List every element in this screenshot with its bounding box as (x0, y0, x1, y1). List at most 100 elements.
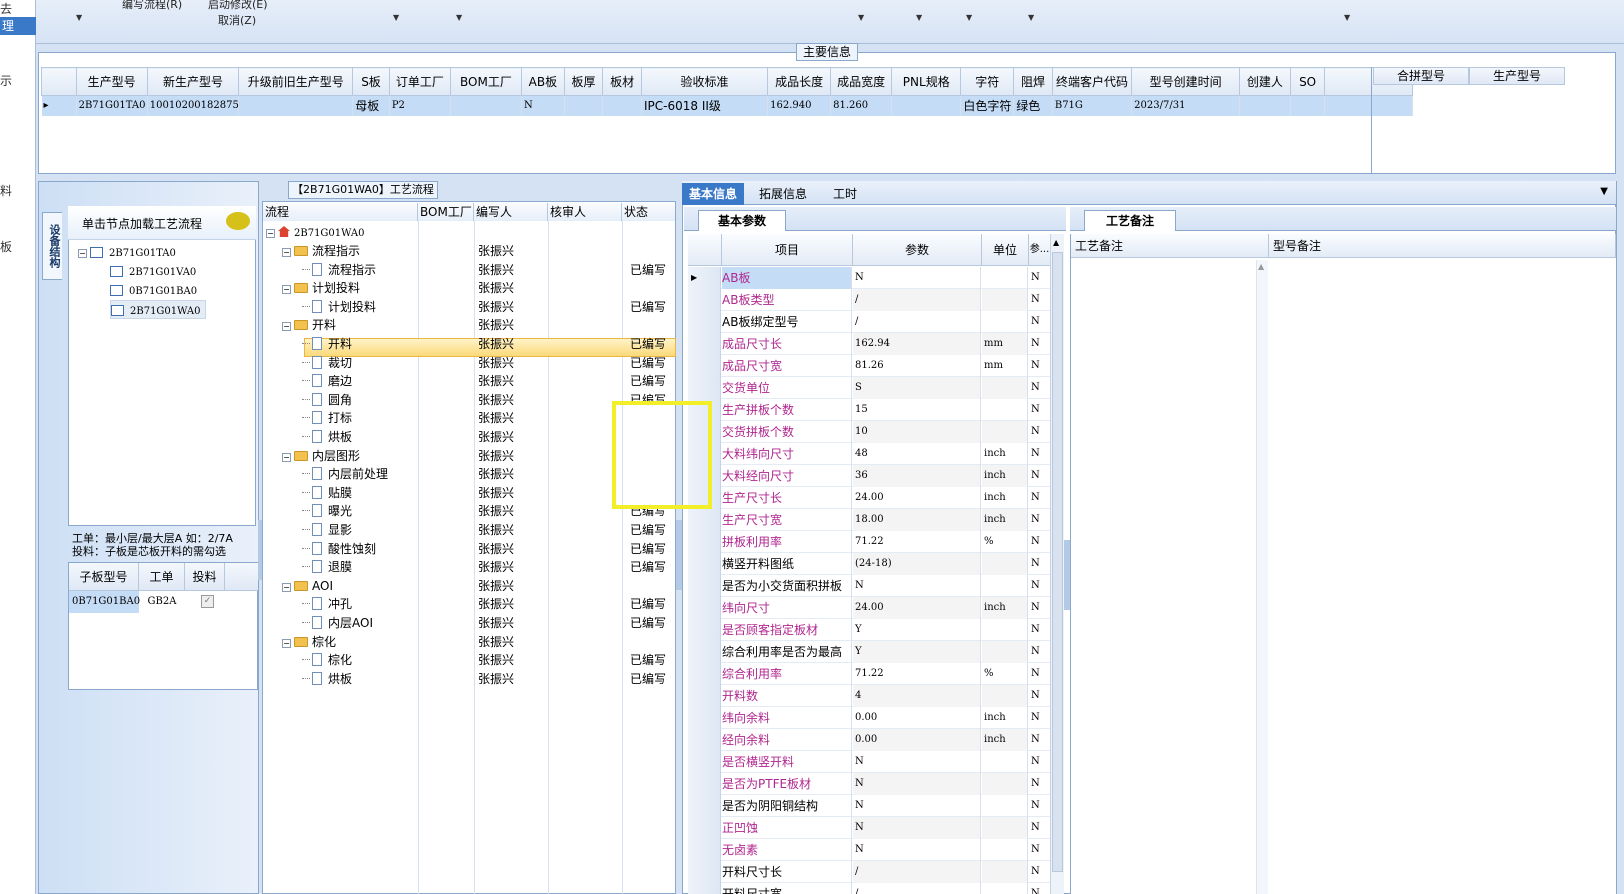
chevron-down-icon[interactable]: ▼ (916, 13, 922, 22)
edit-flow-button[interactable]: 编写流程(R) (122, 0, 182, 12)
flow-folder-node[interactable]: − 开料 (282, 316, 336, 335)
main-cell[interactable]: P2 (389, 95, 451, 116)
main-cell[interactable]: 2B71G01TA0 (76, 95, 148, 116)
main-col-header[interactable]: BOM工厂 (449, 67, 523, 96)
param-value[interactable]: N (853, 575, 981, 597)
chevron-down-icon[interactable]: ▼ (1344, 13, 1350, 22)
param-row[interactable]: 成品尺寸长 162.94 mm N (688, 333, 1050, 355)
flow-step-node[interactable]: 磨边 (302, 372, 352, 391)
param-value[interactable]: / (853, 861, 981, 883)
collapse-icon[interactable]: − (282, 248, 291, 257)
tab-work-hours[interactable]: 工时 (826, 183, 864, 205)
device-tree-node[interactable]: − 2B71G01TA0 (78, 243, 176, 262)
param-value[interactable]: / (853, 883, 981, 894)
main-cell[interactable]: B71G (1052, 95, 1133, 116)
param-row[interactable]: 纬向余料 0.00 inch N (688, 707, 1050, 729)
chevron-down-icon[interactable]: ▼ (1028, 13, 1034, 22)
param-value[interactable]: 162.94 (853, 333, 981, 355)
main-col-header[interactable]: 板厚 (563, 67, 604, 96)
collapse-icon[interactable]: − (282, 638, 291, 648)
main-cell[interactable] (1290, 95, 1326, 116)
flow-step-node[interactable]: 烘板 (302, 428, 352, 447)
param-row[interactable]: 经向余料 0.00 inch N (688, 729, 1050, 751)
main-col-header[interactable]: PNL规格 (891, 67, 962, 96)
flow-step-node[interactable]: 圆角 (302, 391, 352, 410)
param-row[interactable]: 横竖开料图纸 (24-18) N (688, 553, 1050, 575)
param-row[interactable]: 是否横竖开料 N N (688, 751, 1050, 773)
flow-step-node[interactable]: 打标 (302, 409, 352, 428)
main-col-header[interactable]: 成品宽度 (830, 67, 893, 96)
chevron-down-icon[interactable]: ▼ (858, 13, 864, 22)
nav-item[interactable]: 料 (0, 182, 12, 199)
param-value[interactable]: N (853, 773, 981, 795)
window-edge-scrollbar[interactable] (1616, 181, 1624, 894)
craft-scrollbar[interactable] (1256, 260, 1268, 894)
chevron-down-icon[interactable]: ▼ (456, 13, 462, 22)
device-tree-node[interactable]: 0B71G01BA0 (110, 281, 197, 300)
param-value[interactable]: 0.00 (853, 707, 981, 729)
param-row[interactable]: 综合利用率是否为最高 Y N (688, 641, 1050, 663)
tab-basic-info[interactable]: 基本信息 (682, 183, 745, 205)
main-cell[interactable]: 162.940 (767, 95, 832, 116)
param-row[interactable]: 交货拼板个数 10 N (688, 421, 1050, 443)
main-cell[interactable] (602, 95, 642, 116)
param-row[interactable]: 开料尺寸宽 / N (688, 883, 1050, 894)
param-value[interactable]: 24.00 (853, 597, 981, 619)
param-value[interactable]: 0.00 (853, 729, 981, 751)
param-row[interactable]: AB板类型 / N (688, 289, 1050, 311)
flow-step-node[interactable]: 烘板 (302, 670, 352, 689)
flow-folder-node[interactable]: − 流程指示 (282, 242, 360, 261)
param-row[interactable]: 是否顾客指定板材 Y N (688, 619, 1050, 641)
nav-item[interactable]: 示 (0, 72, 12, 89)
param-value[interactable]: N (853, 267, 981, 289)
flow-step-node[interactable]: 曝光 (302, 502, 352, 521)
flow-step-node[interactable]: 棕化 (302, 651, 352, 670)
param-value[interactable]: / (853, 289, 981, 311)
param-row[interactable]: 综合利用率 71.22% N (688, 663, 1050, 685)
main-col-header[interactable]: 型号创建时间 (1131, 67, 1240, 96)
param-value[interactable]: 4 (853, 685, 981, 707)
device-structure-tab[interactable]: 设备结构 (42, 212, 62, 280)
feed-checkbox[interactable]: ✓ (201, 595, 214, 608)
main-cell[interactable] (891, 95, 962, 116)
flow-step-node[interactable]: 酸性蚀刻 (302, 540, 376, 559)
param-row[interactable]: 大料经向尺寸 36 inch N (688, 465, 1050, 487)
collapse-icon[interactable]: − (282, 285, 291, 295)
nav-item[interactable]: 板 (0, 238, 12, 255)
flow-step-node[interactable]: 流程指示 (302, 261, 376, 280)
param-value[interactable]: 15 (853, 399, 981, 421)
child-board-model[interactable]: 0B71G01BA0 (69, 591, 140, 613)
cancel-button[interactable]: 取消(Z) (218, 12, 256, 28)
param-value[interactable]: N (853, 839, 981, 861)
flow-step-node[interactable]: 裁切 (302, 354, 352, 373)
flow-folder-node[interactable]: − 内层图形 (282, 447, 360, 466)
flow-step-node[interactable]: 冲孔 (302, 595, 352, 614)
param-value[interactable]: 24.00 (853, 487, 981, 509)
main-col-header[interactable]: 字符 (960, 67, 1015, 96)
flow-step-node[interactable]: 内层前处理 (302, 465, 388, 484)
param-row[interactable]: 开料尺寸长 / N (688, 861, 1050, 883)
param-value[interactable]: 18.00 (853, 509, 981, 531)
param-value[interactable]: 36 (853, 465, 981, 487)
param-row[interactable]: 生产尺寸宽 18.00 inch N (688, 509, 1050, 531)
param-row[interactable]: 是否为PTFE板材 N N (688, 773, 1050, 795)
main-cell[interactable]: 10010200182875 (147, 95, 240, 116)
param-row[interactable]: ▶ AB板 N N (688, 267, 1050, 289)
param-value[interactable]: 71.22 (853, 663, 981, 685)
main-cell[interactable]: 2023/7/31 (1131, 95, 1240, 116)
flow-step-node[interactable]: 退膜 (302, 558, 352, 577)
collapse-icon[interactable]: − (282, 582, 291, 592)
param-value[interactable]: 81.26 (853, 355, 981, 377)
chevron-down-icon[interactable]: ▼ (966, 13, 972, 22)
scroll-thumb[interactable] (1052, 252, 1063, 872)
param-value[interactable]: (24-18) (853, 553, 981, 575)
param-value[interactable]: N (853, 751, 981, 773)
main-col-header[interactable]: 生产型号 (75, 67, 148, 96)
device-tree-node[interactable]: 2B71G01WA0 (110, 300, 206, 319)
tab-extended-info[interactable]: 拓展信息 (752, 183, 814, 205)
main-cell[interactable]: IPC-6018 II级 (641, 95, 769, 116)
main-col-header[interactable]: 板材 (602, 67, 642, 96)
main-col-header[interactable]: 订单工厂 (388, 67, 451, 96)
device-tree-node[interactable]: 2B71G01VA0 (110, 262, 196, 281)
main-col-header[interactable]: 升级前旧生产型号 (238, 67, 354, 96)
